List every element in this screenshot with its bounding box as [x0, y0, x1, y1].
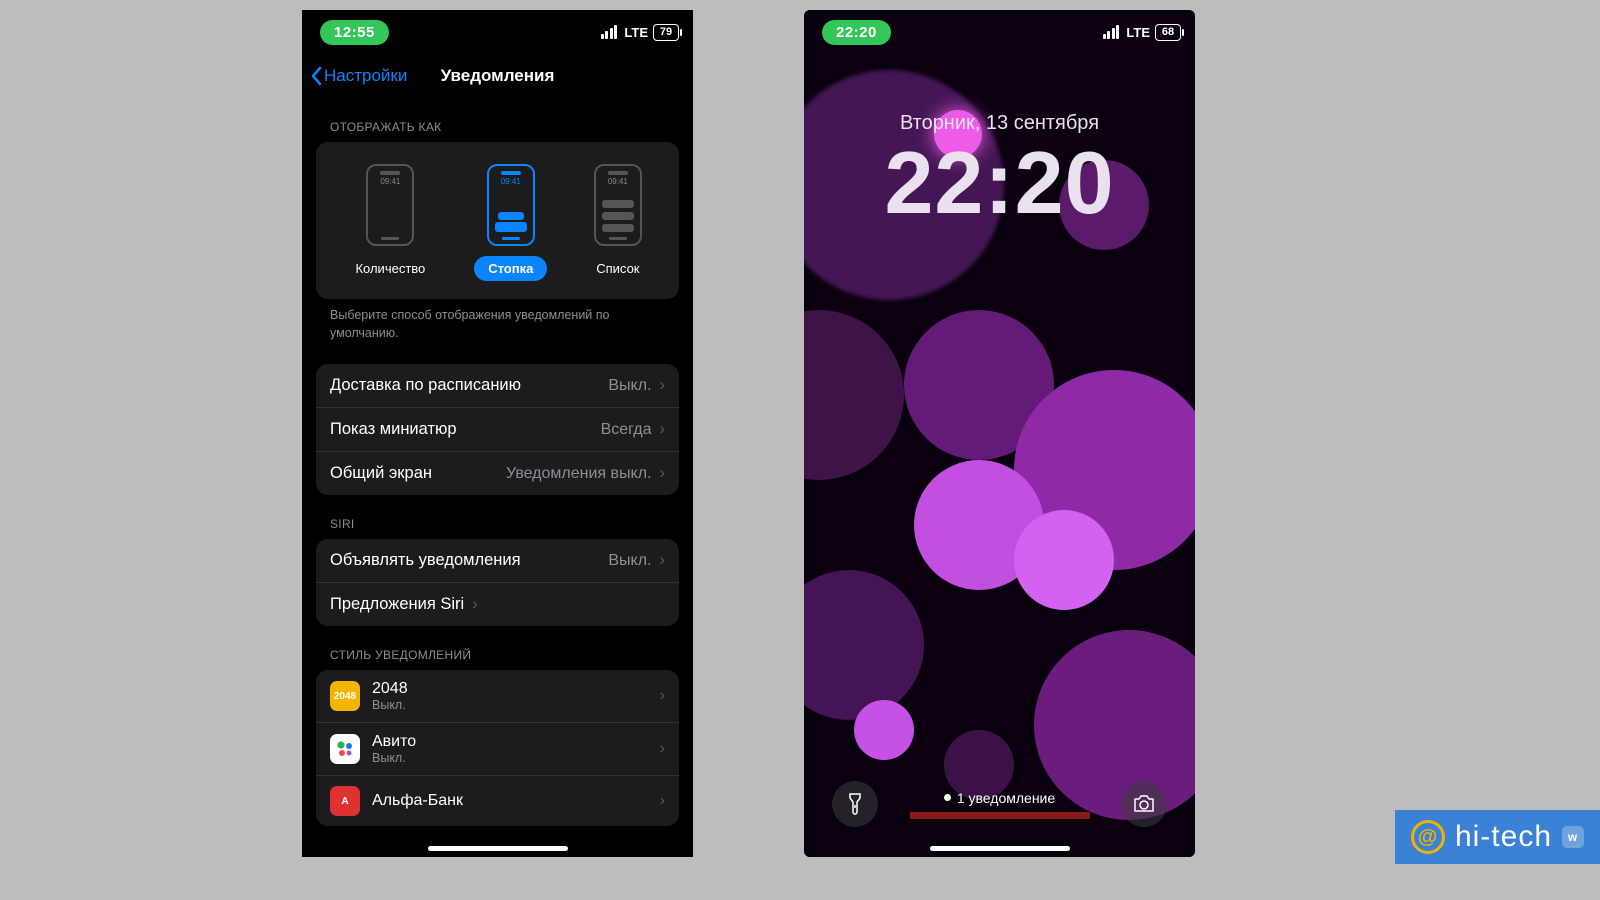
- content: ОТОБРАЖАТЬ КАК 09:41 Количество 09:41: [302, 98, 693, 857]
- flashlight-icon: [845, 792, 865, 816]
- display-option-list[interactable]: 09:41 Список: [582, 164, 653, 281]
- stack-preview-icon: 09:41: [487, 164, 535, 246]
- battery-icon: 68: [1155, 24, 1181, 41]
- chevron-right-icon: ›: [660, 740, 665, 758]
- chevron-right-icon: ›: [660, 376, 666, 395]
- lock-date: Вторник, 13 сентября: [804, 112, 1195, 135]
- display-as-caption: Выберите способ отображения уведомлений …: [330, 307, 665, 342]
- row-value: Уведомления выкл.: [506, 465, 651, 483]
- app-row-avito[interactable]: Авито Выкл. ›: [316, 722, 679, 775]
- row-scheduled-delivery[interactable]: Доставка по расписанию Выкл. ›: [316, 364, 679, 407]
- flashlight-button[interactable]: [832, 781, 878, 827]
- row-label: Общий экран: [330, 464, 432, 483]
- home-indicator[interactable]: [428, 846, 568, 851]
- chevron-right-icon: ›: [660, 792, 665, 810]
- battery-icon: 79: [653, 24, 679, 41]
- stack-label: Стопка: [474, 256, 547, 281]
- app-list: 2048 2048 Выкл. › Авито Выкл. › A: [316, 670, 679, 826]
- display-as-card: 09:41 Количество 09:41 Стопка: [316, 142, 679, 299]
- nav-bar: Настройки Уведомления: [302, 54, 693, 98]
- phone-settings: 12:55 LTE 79 Настройки Уведомления ОТОБР…: [302, 10, 693, 857]
- app-name: Авито: [372, 733, 416, 751]
- row-label: Предложения Siri: [330, 595, 464, 614]
- notif-text: 1 уведомление: [957, 790, 1055, 806]
- app-row-alfabank[interactable]: A Альфа-Банк ›: [316, 775, 679, 826]
- count-preview-icon: 09:41: [366, 164, 414, 246]
- at-icon: @: [1411, 820, 1445, 854]
- section-header-style: СТИЛЬ УВЕДОМЛЕНИЙ: [330, 648, 679, 662]
- dot-icon: [944, 794, 951, 801]
- back-label: Настройки: [324, 66, 407, 86]
- back-button[interactable]: Настройки: [310, 66, 407, 86]
- app-icon: 2048: [330, 681, 360, 711]
- chevron-right-icon: ›: [660, 464, 666, 483]
- list-preview-icon: 09:41: [594, 164, 642, 246]
- app-icon: A: [330, 786, 360, 816]
- chevron-left-icon: [310, 66, 322, 86]
- row-label: Показ миниатюр: [330, 420, 457, 439]
- settings-group-siri: Объявлять уведомления Выкл. › Предложени…: [316, 539, 679, 626]
- camera-icon: [1132, 794, 1156, 814]
- display-option-count[interactable]: 09:41 Количество: [341, 164, 439, 281]
- lock-content: Вторник, 13 сентября 22:20: [804, 54, 1195, 227]
- row-label: Объявлять уведомления: [330, 551, 521, 570]
- status-bar: 12:55 LTE 79: [302, 10, 693, 54]
- app-sub: Выкл.: [372, 751, 416, 765]
- app-sub: Выкл.: [372, 698, 408, 712]
- lock-time: 22:20: [804, 139, 1195, 227]
- count-label: Количество: [341, 256, 439, 281]
- camera-button[interactable]: [1121, 781, 1167, 827]
- row-value: Выкл.: [608, 377, 651, 395]
- home-indicator[interactable]: [930, 846, 1070, 851]
- app-name: 2048: [372, 680, 408, 698]
- chevron-right-icon: ›: [660, 420, 666, 439]
- row-value: Выкл.: [608, 552, 651, 570]
- chevron-right-icon: ›: [660, 551, 666, 570]
- status-time-pill: 12:55: [320, 20, 389, 45]
- row-announce[interactable]: Объявлять уведомления Выкл. ›: [316, 539, 679, 582]
- phone-lockscreen: 22:20 LTE 68 Вторник, 13 сентября 22:20 …: [804, 10, 1195, 857]
- status-time-pill: 22:20: [822, 20, 891, 45]
- watermark: @ hi-tech w: [1395, 810, 1600, 864]
- chevron-right-icon: ›: [472, 595, 478, 614]
- highlight-underline: [910, 812, 1090, 819]
- row-siri-suggestions[interactable]: Предложения Siri ›: [316, 582, 679, 626]
- watermark-text: hi-tech: [1455, 820, 1552, 854]
- section-header-siri: SIRI: [330, 517, 679, 531]
- settings-group-1: Доставка по расписанию Выкл. › Показ мин…: [316, 364, 679, 495]
- row-label: Доставка по расписанию: [330, 376, 521, 395]
- lock-bottom-controls: 1 уведомление: [804, 781, 1195, 827]
- app-icon: [330, 734, 360, 764]
- network-label: LTE: [1126, 25, 1150, 40]
- signal-icon: [601, 25, 618, 39]
- status-right: LTE 79: [601, 24, 679, 41]
- section-header-display: ОТОБРАЖАТЬ КАК: [330, 120, 679, 134]
- notification-indicator[interactable]: 1 уведомление: [910, 790, 1090, 819]
- page-title: Уведомления: [441, 66, 555, 86]
- chevron-right-icon: ›: [660, 687, 665, 705]
- signal-icon: [1103, 25, 1120, 39]
- row-value: Всегда: [601, 421, 652, 439]
- row-shared-screen[interactable]: Общий экран Уведомления выкл. ›: [316, 451, 679, 495]
- list-label: Список: [582, 256, 653, 281]
- display-option-stack[interactable]: 09:41 Стопка: [474, 164, 547, 281]
- app-name: Альфа-Банк: [372, 792, 463, 810]
- status-bar: 22:20 LTE 68: [804, 10, 1195, 54]
- app-row-2048[interactable]: 2048 2048 Выкл. ›: [316, 670, 679, 722]
- status-right: LTE 68: [1103, 24, 1181, 41]
- network-label: LTE: [624, 25, 648, 40]
- row-show-previews[interactable]: Показ миниатюр Всегда ›: [316, 407, 679, 451]
- vk-icon: w: [1562, 826, 1584, 848]
